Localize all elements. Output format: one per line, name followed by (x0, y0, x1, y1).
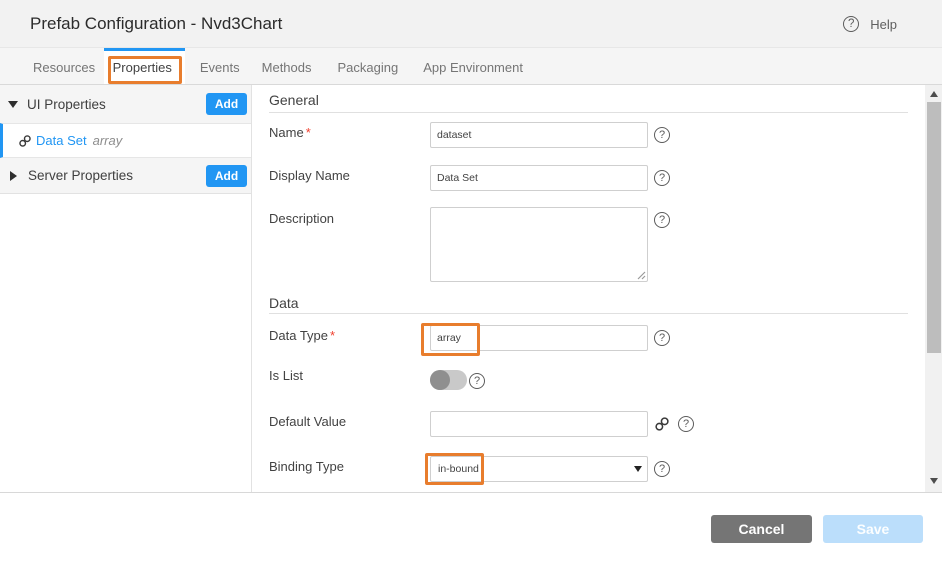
tab-packaging[interactable]: Packaging (324, 48, 411, 84)
display-name-input[interactable] (430, 165, 648, 191)
is-list-toggle[interactable] (430, 370, 467, 390)
default-value-label: Default Value (269, 414, 430, 429)
tab-events[interactable]: Events (185, 48, 251, 84)
binding-type-select[interactable]: in-bound (430, 456, 648, 482)
tab-methods[interactable]: Methods (251, 48, 324, 84)
is-list-help-icon[interactable]: ? (469, 373, 485, 389)
field-row-data-type: Data Type* ? (269, 325, 670, 351)
tab-properties[interactable]: Properties (104, 48, 185, 84)
field-row-is-list: Is List ? (269, 368, 485, 394)
help-circle-icon: ? (843, 16, 859, 32)
scroll-down-arrow-icon (930, 478, 938, 484)
caret-down-icon (8, 101, 18, 108)
link-icon (19, 135, 31, 147)
required-asterisk: * (330, 328, 335, 343)
toggle-knob (430, 370, 450, 390)
content-area: UI Properties Add Data Set array Server … (0, 85, 942, 493)
description-textarea[interactable] (430, 207, 648, 282)
field-row-name: Name* ? (269, 122, 670, 148)
binding-type-help-icon[interactable]: ? (654, 461, 670, 477)
data-type-label: Data Type* (269, 328, 430, 343)
window-title: Prefab Configuration - Nvd3Chart (30, 0, 282, 48)
field-row-binding-type: Binding Type in-bound ? (269, 456, 670, 482)
name-input[interactable] (430, 122, 648, 148)
add-ui-property-button[interactable]: Add (206, 93, 247, 115)
data-type-input[interactable] (430, 325, 648, 351)
ui-properties-label: UI Properties (27, 97, 106, 112)
is-list-label: Is List (269, 368, 430, 383)
field-row-default-value: Default Value ? (269, 411, 694, 437)
tab-app-environment[interactable]: App Environment (410, 48, 535, 84)
default-value-input[interactable] (430, 411, 648, 437)
scroll-up-arrow-icon (930, 91, 938, 97)
properties-sidebar: UI Properties Add Data Set array Server … (0, 85, 252, 492)
display-name-help-icon[interactable]: ? (654, 170, 670, 186)
bind-link-icon[interactable] (655, 417, 669, 431)
description-help-icon[interactable]: ? (654, 212, 670, 228)
title-bar: Prefab Configuration - Nvd3Chart ? Help (0, 0, 942, 48)
caret-right-icon (10, 171, 17, 181)
save-button[interactable]: Save (823, 515, 923, 543)
field-row-display-name: Display Name ? (269, 165, 670, 191)
section-divider-general (269, 112, 908, 113)
data-set-label: Data Set (36, 133, 87, 148)
binding-type-label: Binding Type (269, 459, 430, 474)
required-asterisk: * (306, 125, 311, 140)
sidebar-group-ui-properties[interactable]: UI Properties Add (0, 85, 251, 123)
name-help-icon[interactable]: ? (654, 127, 670, 143)
select-dropdown-arrow-icon (634, 466, 642, 472)
help-button[interactable]: ? Help (843, 0, 897, 48)
tab-bar: Resources Properties Events Methods Pack… (0, 48, 942, 85)
name-label: Name* (269, 125, 430, 140)
section-title-general: General (269, 92, 319, 108)
scrollbar-thumb[interactable] (927, 102, 941, 353)
display-name-label: Display Name (269, 168, 430, 183)
sidebar-item-data-set[interactable]: Data Set array (0, 123, 251, 158)
help-label: Help (870, 17, 897, 32)
description-label: Description (269, 211, 430, 226)
scroll-down-button[interactable] (925, 472, 942, 489)
field-row-description: Description ? (269, 207, 670, 282)
cancel-button[interactable]: Cancel (711, 515, 812, 543)
tab-resources[interactable]: Resources (20, 48, 108, 84)
binding-type-value: in-bound (438, 463, 479, 475)
add-server-property-button[interactable]: Add (206, 165, 247, 187)
data-set-type: array (93, 133, 123, 148)
data-type-help-icon[interactable]: ? (654, 330, 670, 346)
section-divider-data (269, 313, 908, 314)
vertical-scrollbar[interactable] (925, 85, 942, 492)
section-title-data: Data (269, 295, 299, 311)
server-properties-label: Server Properties (28, 168, 133, 183)
scroll-up-button[interactable] (925, 85, 942, 102)
property-form: General Name* ? Display Name ? Descripti… (253, 85, 925, 492)
default-value-help-icon[interactable]: ? (678, 416, 694, 432)
sidebar-group-server-properties[interactable]: Server Properties Add (0, 158, 251, 194)
